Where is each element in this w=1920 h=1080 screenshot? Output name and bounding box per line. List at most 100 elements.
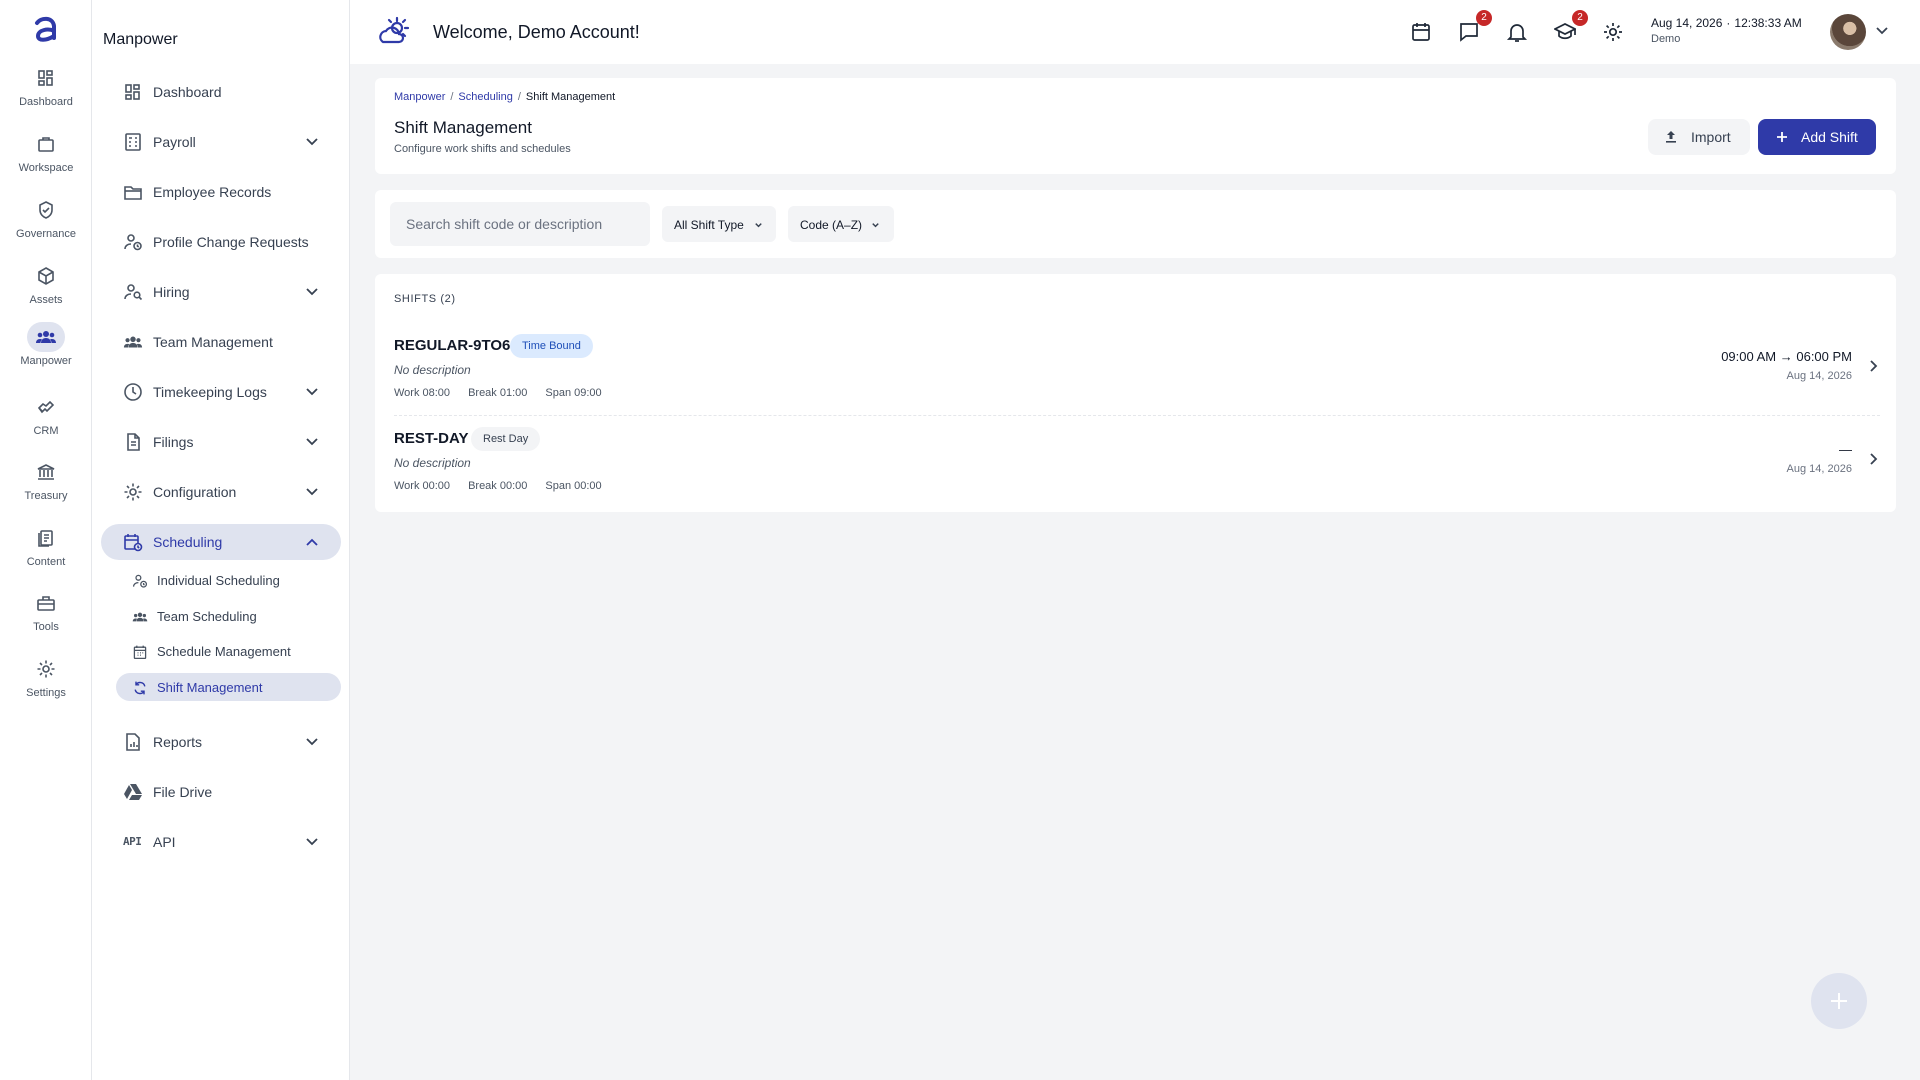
sort-dropdown[interactable]: Code (A–Z) bbox=[788, 206, 894, 242]
messages-button[interactable]: 2 bbox=[1456, 10, 1492, 45]
sidebar-item-employee-records[interactable]: Employee Records bbox=[101, 174, 341, 210]
shift-span-hours: Span 00:00 bbox=[545, 480, 602, 492]
person-clock-icon bbox=[132, 574, 148, 588]
breadcrumb-scheduling[interactable]: Scheduling bbox=[458, 91, 512, 103]
app-logo-icon[interactable] bbox=[27, 10, 65, 48]
add-shift-label: Add Shift bbox=[1801, 129, 1858, 145]
rail-label: Assets bbox=[29, 294, 63, 306]
graduation-cap-icon bbox=[1554, 23, 1576, 40]
shift-break-hours: Break 00:00 bbox=[468, 480, 528, 492]
shift-row[interactable]: REST-DAY Rest Day No description Work 00… bbox=[394, 416, 1880, 502]
sidebar-item-label: File Drive bbox=[153, 784, 213, 800]
rail-item-settings[interactable]: Settings bbox=[0, 654, 92, 714]
sidebar-item-hiring[interactable]: Hiring bbox=[101, 274, 341, 310]
shift-row[interactable]: REGULAR-9TO6 Time Bound No description W… bbox=[394, 323, 1880, 409]
chevron-down-icon[interactable] bbox=[305, 135, 319, 149]
drive-icon bbox=[124, 784, 142, 800]
sidebar-subitem-schedule-management[interactable]: Schedule Management bbox=[116, 637, 341, 665]
cube-icon bbox=[38, 267, 54, 285]
chevron-down-icon[interactable] bbox=[305, 485, 319, 499]
shift-date: Aug 14, 2026 bbox=[1786, 370, 1852, 382]
notifications-button[interactable] bbox=[1504, 19, 1530, 45]
sidebar-subitem-label: Shift Management bbox=[157, 680, 263, 695]
people-icon bbox=[36, 331, 56, 343]
chevron-right-icon[interactable] bbox=[1866, 452, 1880, 466]
sidebar-item-payroll[interactable]: Payroll bbox=[101, 124, 341, 160]
avatar[interactable] bbox=[1830, 14, 1866, 50]
rail-label: Dashboard bbox=[19, 96, 73, 108]
sidebar-item-filings[interactable]: Filings bbox=[101, 424, 341, 460]
filter-bar: All Shift Type Code (A–Z) bbox=[375, 190, 1896, 258]
sidebar-item-dashboard[interactable]: Dashboard bbox=[101, 74, 341, 110]
breadcrumb-manpower[interactable]: Manpower bbox=[394, 91, 445, 103]
import-button[interactable]: Import bbox=[1648, 119, 1750, 155]
sidebar-item-reports[interactable]: Reports bbox=[101, 724, 341, 760]
sidebar-item-team-management[interactable]: Team Management bbox=[101, 324, 341, 360]
rail-item-crm[interactable]: CRM bbox=[0, 392, 92, 452]
current-time: 12:38:33 AM bbox=[1734, 16, 1802, 30]
rail-label: Tools bbox=[33, 621, 59, 633]
rail-item-workspace[interactable]: Workspace bbox=[0, 129, 92, 189]
sidebar-item-file-drive[interactable]: File Drive bbox=[101, 774, 341, 810]
sidebar-subitem-individual-scheduling[interactable]: Individual Scheduling bbox=[116, 566, 341, 594]
learning-badge: 2 bbox=[1572, 10, 1588, 26]
chevron-right-icon[interactable] bbox=[1866, 359, 1880, 373]
rail-item-tools[interactable]: Tools bbox=[0, 588, 92, 648]
shift-description: No description bbox=[394, 363, 471, 377]
sidebar-item-timekeeping-logs[interactable]: Timekeeping Logs bbox=[101, 374, 341, 410]
chevron-down-icon[interactable] bbox=[1875, 24, 1889, 38]
calendar-button[interactable] bbox=[1408, 19, 1434, 45]
breadcrumb-separator: / bbox=[450, 91, 454, 103]
rail-item-manpower[interactable]: Manpower bbox=[0, 322, 92, 382]
calculator-icon bbox=[125, 133, 141, 151]
shift-span-hours: Span 09:00 bbox=[545, 387, 602, 399]
chevron-down-icon bbox=[755, 223, 762, 228]
calendar-icon bbox=[133, 645, 147, 660]
welcome-message: Welcome, Demo Account! bbox=[433, 22, 640, 42]
chevron-down-icon[interactable] bbox=[305, 435, 319, 449]
rail-item-content[interactable]: Content bbox=[0, 523, 92, 583]
search-input[interactable] bbox=[390, 202, 650, 246]
page-title: Shift Management bbox=[394, 118, 532, 137]
rail-label: Treasury bbox=[24, 490, 68, 502]
rail-item-governance[interactable]: Governance bbox=[0, 195, 92, 255]
rail-item-assets[interactable]: Assets bbox=[0, 261, 92, 321]
handshake-icon bbox=[37, 400, 55, 414]
rail-item-dashboard[interactable]: Dashboard bbox=[0, 63, 92, 123]
shift-meta: Work 00:00 Break 00:00 Span 00:00 bbox=[394, 480, 620, 492]
settings-button[interactable] bbox=[1600, 19, 1626, 45]
shift-type-dropdown[interactable]: All Shift Type bbox=[662, 206, 776, 242]
chevron-down-icon[interactable] bbox=[305, 285, 319, 299]
shift-description: No description bbox=[394, 456, 471, 470]
rail-label: Governance bbox=[16, 228, 76, 240]
chevron-down-icon[interactable] bbox=[305, 735, 319, 749]
sidebar-item-label: Payroll bbox=[153, 134, 196, 150]
calendar-icon bbox=[1412, 23, 1430, 41]
module-sidebar: Manpower Dashboard Payroll Employee Reco… bbox=[92, 0, 350, 1080]
clock-icon bbox=[124, 383, 142, 401]
learning-button[interactable]: 2 bbox=[1552, 10, 1588, 45]
chat-icon bbox=[1460, 23, 1478, 42]
shifts-list-title: SHIFTS (2) bbox=[394, 293, 456, 305]
add-shift-button[interactable]: Add Shift bbox=[1758, 119, 1876, 155]
gear-icon bbox=[124, 483, 142, 501]
rail-item-treasury[interactable]: Treasury bbox=[0, 457, 92, 517]
chevron-down-icon[interactable] bbox=[305, 835, 319, 849]
datetime-display: Aug 14, 2026 · 12:38:33 AM Demo bbox=[1651, 16, 1802, 45]
dashboard-icon bbox=[38, 70, 53, 86]
folder-icon bbox=[124, 186, 142, 200]
sidebar-subitem-team-scheduling[interactable]: Team Scheduling bbox=[116, 602, 341, 630]
sidebar-subitem-shift-management[interactable]: Shift Management bbox=[116, 673, 341, 701]
floating-add-button[interactable] bbox=[1811, 973, 1867, 1029]
shift-type-label: All Shift Type bbox=[674, 218, 744, 232]
sidebar-item-api[interactable]: API API bbox=[101, 824, 341, 860]
page-header-card: Manpower / Scheduling / Shift Management Shi… bbox=[375, 78, 1896, 174]
sidebar-item-scheduling[interactable]: Scheduling bbox=[101, 524, 341, 560]
sidebar-item-configuration[interactable]: Configuration bbox=[101, 474, 341, 510]
shift-work-hours: Work 08:00 bbox=[394, 387, 451, 399]
chevron-down-icon[interactable] bbox=[305, 385, 319, 399]
sidebar-item-profile-change-requests[interactable]: Profile Change Requests bbox=[101, 224, 341, 260]
shift-break-hours: Break 01:00 bbox=[468, 387, 528, 399]
gear-icon bbox=[37, 660, 55, 678]
chevron-up-icon[interactable] bbox=[305, 535, 319, 549]
